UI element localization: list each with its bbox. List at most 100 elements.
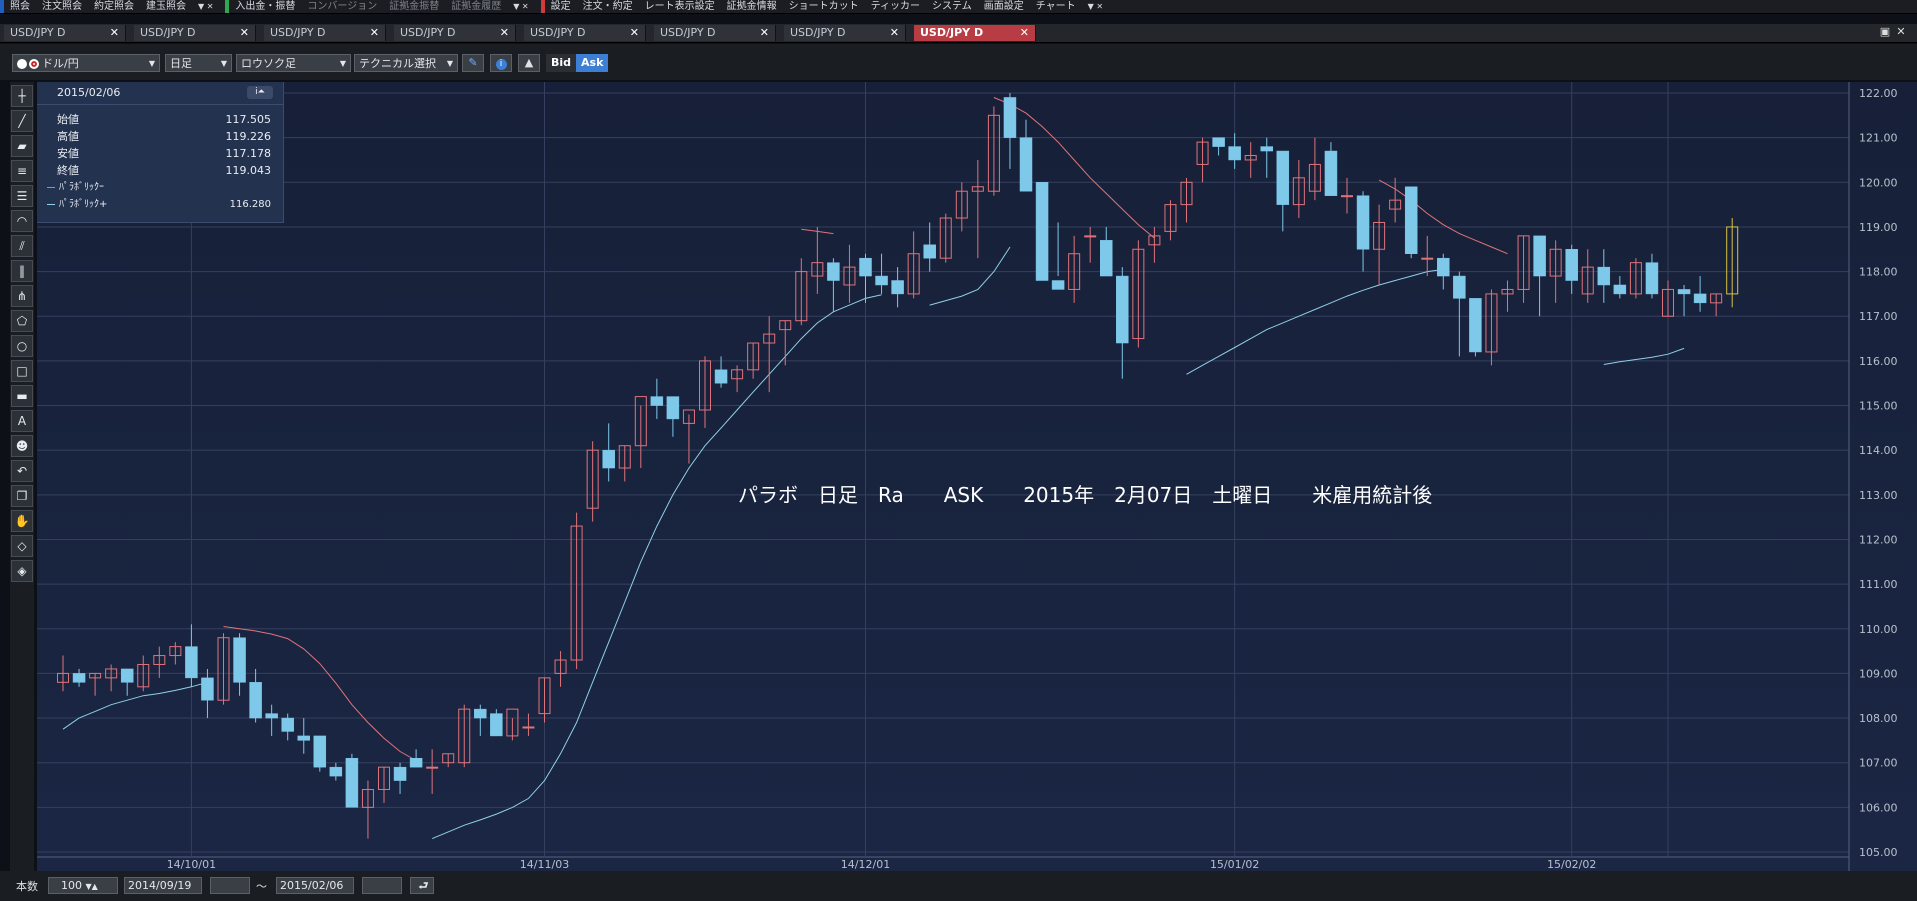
chevron-up-icon[interactable]: ▲: [92, 882, 98, 891]
menu-item[interactable]: 入出金・振替: [235, 1, 295, 12]
hline-icon: ▬: [16, 389, 28, 403]
y-tick-label: 105.00: [1859, 846, 1898, 859]
fan-tool[interactable]: ⫽: [11, 235, 33, 257]
close-tab-icon[interactable]: ✕: [1020, 25, 1029, 41]
menu-item[interactable]: 証拠金履歴: [451, 1, 501, 12]
candle-body-down: [265, 713, 278, 719]
menu-item[interactable]: ティッカー: [871, 1, 920, 12]
candle-body-down: [1645, 262, 1659, 295]
apply-range-button[interactable]: ⮐: [410, 877, 434, 894]
to-time-field[interactable]: [362, 877, 402, 894]
copy-tool[interactable]: ❐: [11, 485, 33, 507]
eraser-all-tool[interactable]: ◈: [11, 560, 33, 582]
pitchfork-tool[interactable]: ⋔: [11, 285, 33, 307]
close-tab-icon[interactable]: ✕: [760, 25, 769, 41]
candle-body-down: [875, 275, 888, 286]
y-tick-label: 108.00: [1859, 712, 1898, 725]
hlines-tool[interactable]: ≡: [11, 160, 33, 182]
fib-tool[interactable]: ☰: [11, 185, 33, 207]
indicator-label: ﾊﾟﾗﾎﾞﾘｯｸｰ: [59, 182, 104, 193]
period-select[interactable]: 日足 ▼: [165, 54, 232, 72]
eraser-tool[interactable]: ◇: [11, 535, 33, 557]
close-tab-icon[interactable]: ✕: [890, 25, 899, 41]
polygon-tool[interactable]: ⬠: [11, 310, 33, 332]
chart-tab[interactable]: USD/JPY D ✕: [394, 25, 516, 41]
y-tick-label: 115.00: [1859, 400, 1898, 413]
y-tick-label: 120.00: [1859, 176, 1898, 189]
menu-item[interactable]: チャート: [1036, 1, 1076, 12]
crosshair-tool[interactable]: ┼: [11, 85, 33, 107]
icon-tool[interactable]: ☻: [11, 435, 33, 457]
count-select[interactable]: 100 ▼▲: [48, 877, 118, 894]
menu-item[interactable]: 画面設定: [984, 1, 1024, 12]
chart-tab[interactable]: USD/JPY D ✕: [784, 25, 906, 41]
close-tab-icon[interactable]: ✕: [630, 25, 639, 41]
undo-icon: ↶: [16, 464, 28, 478]
from-date-field[interactable]: 2014/09/19: [124, 877, 202, 894]
menu-item[interactable]: ショートカット: [789, 1, 859, 12]
close-tab-icon[interactable]: ✕: [240, 25, 249, 41]
text-tool[interactable]: A: [11, 410, 33, 432]
menu-item[interactable]: システム: [932, 1, 972, 12]
currency-label: ドル/円: [42, 57, 79, 70]
chart-tab[interactable]: USD/JPY D ✕: [914, 25, 1036, 41]
price-chart[interactable]: 105.00 106.00 107.00 108.00 109.00 110.00 111.…: [37, 82, 1917, 871]
menu-item[interactable]: 約定照会: [94, 1, 134, 12]
hand-tool[interactable]: ✋: [11, 510, 33, 532]
y-tick-label: 107.00: [1859, 757, 1898, 770]
y-tick-label: 112.00: [1859, 533, 1898, 546]
menu-item[interactable]: 照会: [10, 1, 30, 12]
candle-body-down: [1260, 146, 1273, 152]
trendline-tool[interactable]: ╱: [11, 110, 33, 132]
candle-body-down: [281, 717, 294, 732]
ask-button[interactable]: Ask: [576, 54, 609, 72]
candle-body-down: [1276, 150, 1290, 205]
menu-item[interactable]: 建玉照会: [146, 1, 186, 12]
info-button[interactable]: i: [490, 54, 512, 72]
undo-tool[interactable]: ↶: [11, 460, 33, 482]
menu-item[interactable]: 証拠金情報: [727, 1, 777, 12]
candle-body-down: [329, 766, 343, 777]
close-tab-icon[interactable]: ✕: [500, 25, 509, 41]
close-tab-icon[interactable]: ✕: [370, 25, 379, 41]
arc-tool[interactable]: ◠: [11, 210, 33, 232]
chart-tab[interactable]: USD/JPY D ✕: [4, 25, 126, 41]
candle-body-down: [1693, 293, 1707, 304]
circle-tool[interactable]: ○: [11, 335, 33, 357]
menu-group-arrow-icon[interactable]: ▼ ✕: [513, 2, 528, 11]
menu-item[interactable]: コンバージョン: [307, 1, 377, 12]
menu-item[interactable]: 設定: [551, 1, 571, 12]
close-window-icon[interactable]: ✕: [1893, 25, 1909, 38]
menu-group-arrow-icon[interactable]: ▼ ✕: [1088, 2, 1103, 11]
menu-group-arrow-icon[interactable]: ▼ ✕: [198, 2, 213, 11]
restore-icon[interactable]: ▣: [1877, 25, 1893, 38]
area-chart-button[interactable]: ▲: [518, 54, 540, 72]
ruler-tool[interactable]: ▰: [11, 135, 33, 157]
chart-tab[interactable]: USD/JPY D ✕: [524, 25, 646, 41]
rectangle-tool[interactable]: □: [11, 360, 33, 382]
menu-item[interactable]: 証拠金振替: [389, 1, 439, 12]
info-toggle-button[interactable]: i⏶: [247, 86, 273, 99]
bid-ask-toggle[interactable]: Bid Ask: [546, 54, 609, 72]
candle-body-down: [1100, 240, 1113, 277]
tab-label: USD/JPY D: [270, 26, 326, 39]
chart-tab[interactable]: USD/JPY D ✕: [264, 25, 386, 41]
menu-item[interactable]: 注文・約定: [583, 1, 633, 12]
chart-tab[interactable]: USD/JPY D ✕: [654, 25, 776, 41]
from-time-field[interactable]: [210, 877, 250, 894]
vlines-tool[interactable]: ‖: [11, 260, 33, 282]
technical-select[interactable]: テクニカル選択 ▼: [354, 54, 458, 72]
menu-item[interactable]: 注文照会: [42, 1, 82, 12]
bid-button[interactable]: Bid: [546, 54, 577, 72]
chart-type-select[interactable]: ロウソク足 ▼: [236, 54, 351, 72]
close-tab-icon[interactable]: ✕: [110, 25, 119, 41]
to-date-field[interactable]: 2015/02/06: [276, 877, 354, 894]
hline-tool[interactable]: ▬: [11, 385, 33, 407]
y-tick-label: 119.00: [1859, 221, 1898, 234]
menu-item[interactable]: レート表示設定: [645, 1, 715, 12]
pen-button[interactable]: ✎: [462, 54, 484, 72]
indicator-value: 116.280: [229, 199, 271, 210]
chart-tab[interactable]: USD/JPY D ✕: [134, 25, 256, 41]
indicator-label: ﾊﾟﾗﾎﾞﾘｯｸ+: [59, 199, 108, 210]
currency-select[interactable]: ドル/円 ▼: [12, 54, 160, 72]
